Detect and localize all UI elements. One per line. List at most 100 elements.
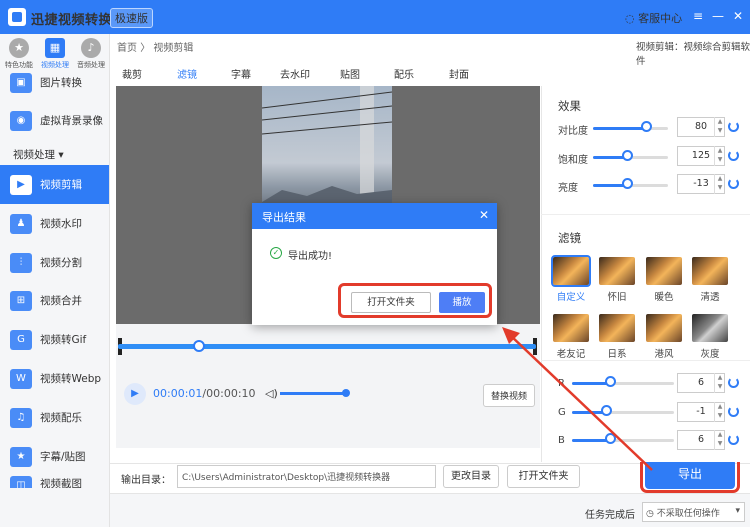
tab-remove-watermark[interactable]: 去水印: [280, 66, 310, 81]
effects-title: 效果: [558, 99, 581, 113]
g-knob[interactable]: [601, 405, 612, 416]
r-spinner[interactable]: ▲ ▼: [714, 373, 725, 393]
saturation-spinner[interactable]: ▲ ▼: [714, 146, 725, 166]
filter-thumb-gray[interactable]: [692, 314, 728, 342]
timeline-track[interactable]: [118, 344, 536, 349]
volume-icon[interactable]: ◁): [265, 387, 278, 400]
success-check-icon: ✓: [270, 247, 282, 259]
output-path-field[interactable]: C:\Users\Administrator\Desktop\迅捷视频转换器: [177, 465, 436, 488]
close-icon[interactable]: ✕: [731, 9, 745, 23]
after-task-label: 任务完成后: [585, 510, 635, 521]
sidebar-item-split[interactable]: ⫶ 视频分割: [0, 243, 109, 282]
after-task-select[interactable]: ◷ 不采取任何操作 ▾: [642, 502, 745, 522]
video-frame: [261, 86, 393, 214]
sidebar-item-music[interactable]: ♫ 视频配乐: [0, 398, 109, 437]
output-dir-label: 输出目录：: [121, 475, 171, 486]
replace-video-button[interactable]: 替换视频: [483, 384, 536, 407]
app-logo-icon: [8, 8, 26, 26]
b-knob[interactable]: [605, 433, 616, 444]
tab-filter[interactable]: 滤镜: [177, 66, 197, 81]
sidebar-item-image-convert[interactable]: ▣ 图片转换: [0, 63, 109, 102]
saturation-label: 饱和度: [558, 155, 588, 166]
tab-cover[interactable]: 封面: [449, 66, 469, 81]
filter-label-friends: 老友记: [556, 349, 586, 360]
sidebar-item-subtitle[interactable]: ★ 字幕/贴图: [0, 437, 109, 476]
filter-thumb-custom[interactable]: [551, 255, 591, 287]
caret-down-icon: ▾: [55, 149, 64, 161]
panel-divider: [541, 214, 750, 215]
filter-label-japanese: 日系: [607, 349, 627, 360]
g-spinner[interactable]: ▲ ▼: [714, 402, 725, 422]
watermark-icon: ♟: [10, 213, 32, 234]
filter-thumb-friends[interactable]: [553, 314, 589, 342]
sidebar-item-virtual-bg[interactable]: ◉ 虚拟背景录像: [0, 101, 109, 140]
brightness-knob[interactable]: [622, 178, 633, 189]
filter-label-hk: 港风: [654, 349, 674, 360]
dialog-title: 导出结果: [252, 203, 497, 229]
filter-thumb-clear[interactable]: [692, 257, 728, 285]
r-label: R: [558, 378, 565, 389]
b-reset-icon[interactable]: [728, 434, 739, 445]
r-reset-icon[interactable]: [728, 377, 739, 388]
sidebar-item-gif[interactable]: G 视频转Gif: [0, 320, 109, 359]
timeline-area: [116, 324, 540, 448]
chevron-down-icon: ▾: [735, 506, 740, 516]
gif-icon: G: [10, 329, 32, 350]
clock-icon: ◷: [646, 509, 657, 519]
dialog-highlight-box: [338, 283, 492, 318]
brightness-reset-icon[interactable]: [728, 178, 739, 189]
saturation-reset-icon[interactable]: [728, 150, 739, 161]
contrast-spinner[interactable]: ▲ ▼: [714, 117, 725, 137]
sidebar-item-webp[interactable]: W 视频转Webp: [0, 359, 109, 398]
menu-icon[interactable]: ≡: [691, 9, 705, 23]
breadcrumb: 首页 〉 视频剪辑: [117, 43, 194, 54]
brightness-label: 亮度: [558, 183, 578, 194]
screenshot-icon: ◫: [10, 476, 32, 488]
tab-subtitle[interactable]: 字幕: [231, 66, 251, 81]
merge-icon: ⊞: [10, 290, 32, 311]
g-reset-icon[interactable]: [728, 406, 739, 417]
panel-divider: [541, 360, 750, 361]
breadcrumb-home[interactable]: 首页: [117, 43, 137, 54]
tab-sticker[interactable]: 贴图: [340, 66, 360, 81]
filter-label-vintage: 怀旧: [607, 292, 627, 303]
r-knob[interactable]: [605, 376, 616, 387]
filter-thumb-warm[interactable]: [646, 257, 682, 285]
video-image: [261, 86, 393, 214]
brightness-spinner[interactable]: ▲ ▼: [714, 174, 725, 194]
contrast-reset-icon[interactable]: [728, 121, 739, 132]
b-spinner[interactable]: ▲ ▼: [714, 430, 725, 450]
g-label: G: [558, 407, 566, 418]
play-button[interactable]: ▶: [124, 383, 146, 405]
contrast-knob[interactable]: [641, 121, 652, 132]
volume-slider[interactable]: [280, 392, 346, 395]
sidebar-section-label[interactable]: 视频处理 ▾: [13, 147, 64, 162]
filter-thumb-vintage[interactable]: [599, 257, 635, 285]
volume-knob[interactable]: [342, 389, 350, 397]
minimize-icon[interactable]: —: [711, 9, 725, 23]
open-folder-button[interactable]: 打开文件夹: [507, 465, 580, 488]
split-icon: ⫶: [10, 252, 32, 273]
tab-music[interactable]: 配乐: [394, 66, 414, 81]
b-label: B: [558, 435, 565, 446]
tab-crop[interactable]: 裁剪: [122, 66, 142, 81]
filter-label-custom: 自定义: [556, 292, 586, 303]
saturation-knob[interactable]: [622, 150, 633, 161]
contrast-label: 对比度: [558, 126, 588, 137]
sidebar-item-merge[interactable]: ⊞ 视频合并: [0, 281, 109, 320]
timeline-scrubber[interactable]: [193, 340, 205, 352]
subtitle-icon: ★: [10, 446, 32, 467]
virtual-bg-icon: ◉: [10, 110, 32, 131]
filter-thumb-japanese[interactable]: [599, 314, 635, 342]
sidebar-item-watermark[interactable]: ♟ 视频水印: [0, 204, 109, 243]
change-dir-button[interactable]: 更改目录: [443, 465, 499, 488]
contrast-fill: [593, 127, 646, 130]
sidebar-item-screenshot[interactable]: ◫ 视频截图: [0, 476, 109, 488]
play-icon: ▶: [131, 388, 139, 399]
webp-icon: W: [10, 368, 32, 389]
dialog-close-icon[interactable]: ✕: [479, 208, 489, 222]
filter-thumb-hk[interactable]: [646, 314, 682, 342]
sidebar-item-video-edit[interactable]: ▶ 视频剪辑: [0, 165, 109, 204]
support-link[interactable]: ◌ 客服中心: [625, 10, 682, 26]
music-icon: ♫: [10, 407, 32, 428]
